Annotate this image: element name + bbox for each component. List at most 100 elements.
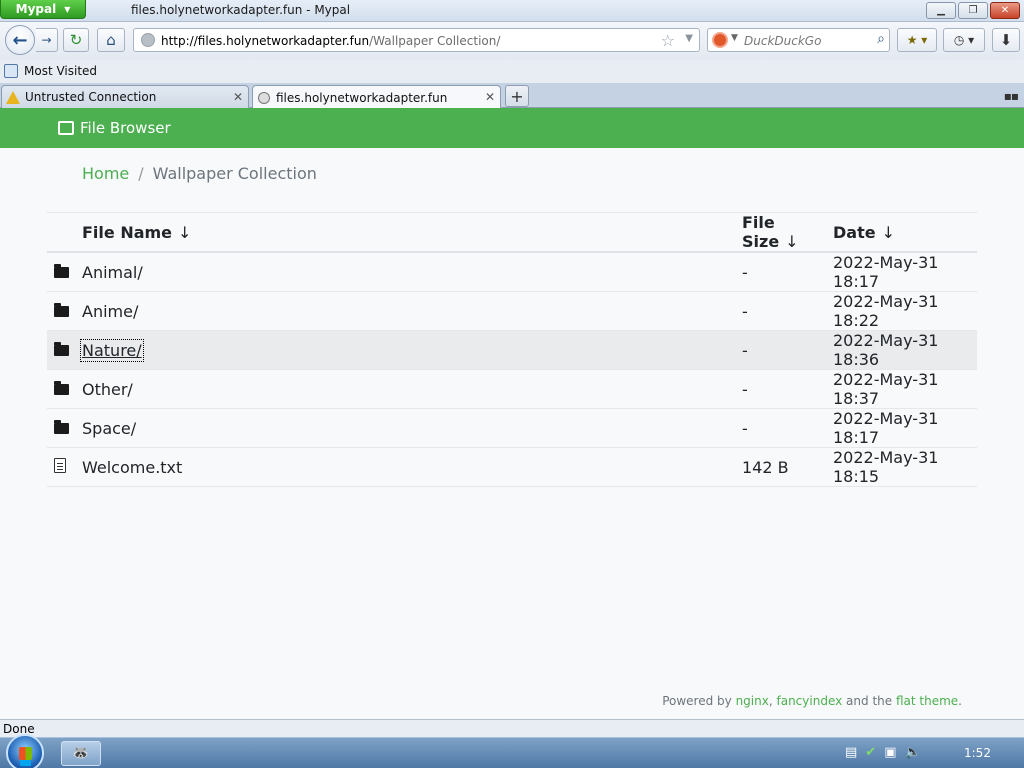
brand-label: File Browser <box>80 119 171 137</box>
taskbar-clock[interactable]: 1:52 <box>964 746 991 760</box>
fancyindex-link[interactable]: fancyindex <box>777 694 843 708</box>
footer-text: and the <box>846 694 893 708</box>
window-titlebar: Mypal ▼ files.holynetworkadapter.fun - M… <box>0 0 1024 22</box>
most-visited-bookmark[interactable]: Most Visited <box>24 64 97 78</box>
footer-period: . <box>958 694 962 708</box>
reload-icon: ↻ <box>69 31 83 49</box>
file-size: 142 B <box>742 447 833 487</box>
taskbar: 🦝 ▤ ✔ ▣ 🔈 1:52 <box>0 734 1024 768</box>
sort-arrow-icon: ↓ <box>881 222 895 242</box>
tab-untrusted-connection[interactable]: Untrusted Connection ✕ <box>1 85 249 108</box>
date-header-label: Date <box>833 222 876 242</box>
page-footer: Powered by nginx, fancyindex and the fla… <box>662 694 962 708</box>
footer-text: Powered by <box>662 694 732 708</box>
volume-muted-icon[interactable]: 🔈 <box>905 745 921 760</box>
globe-icon <box>257 91 271 105</box>
table-header-row: File Name ↓ File Size ↓ Date ↓ <box>47 212 977 253</box>
navigation-toolbar: ← → ↻ ⌂ http://files.holynetworkadapter.… <box>0 22 1024 60</box>
home-icon: ⌂ <box>106 31 116 49</box>
file-browser-icon <box>58 121 74 135</box>
bookmarks-menu-button[interactable]: ★ ▾ <box>897 28 937 52</box>
file-date: 2022-May-31 18:17 <box>833 408 977 448</box>
file-size: - <box>742 369 833 409</box>
history-button[interactable]: ◷ ▾ <box>943 28 985 52</box>
bookmarks-toolbar: Most Visited <box>0 60 1024 83</box>
file-link[interactable]: Nature/ <box>80 338 144 362</box>
file-date: 2022-May-31 18:37 <box>833 369 977 409</box>
footer-separator: , <box>768 694 773 708</box>
icon-column-header <box>47 212 82 253</box>
file-name-header-label: File Name <box>82 222 173 242</box>
sort-arrow-icon: ↓ <box>178 222 192 242</box>
maximize-button[interactable]: ❐ <box>958 2 988 19</box>
bookmark-star-icon[interactable]: ☆ <box>661 31 675 50</box>
table-row-hovered: Nature/ - 2022-May-31 18:36 <box>47 330 977 370</box>
file-link[interactable]: Space/ <box>82 419 136 438</box>
home-button[interactable]: ⌂ <box>97 28 125 52</box>
search-engine-dropdown-icon[interactable]: ▼ <box>731 33 738 43</box>
folder-icon <box>54 341 69 356</box>
duckduckgo-icon[interactable] <box>712 32 728 48</box>
reload-button[interactable]: ↻ <box>63 28 89 52</box>
back-button[interactable]: ← <box>5 25 35 55</box>
table-row: Anime/ - 2022-May-31 18:22 <box>47 291 977 331</box>
folder-icon <box>54 380 69 395</box>
tab-close-icon[interactable]: ✕ <box>233 90 243 104</box>
tab-label: files.holynetworkadapter.fun <box>276 90 448 105</box>
file-size: - <box>742 330 833 370</box>
breadcrumb-current: Wallpaper Collection <box>152 164 317 183</box>
taskbar-mypal-button[interactable]: 🦝 <box>61 741 101 766</box>
minimize-button[interactable]: ▁ <box>926 2 956 19</box>
breadcrumb: Home / Wallpaper Collection <box>82 164 317 183</box>
flat-theme-link[interactable]: flat theme <box>896 694 958 708</box>
status-bar: Done <box>0 719 1024 737</box>
arrow-right-icon: → <box>41 33 52 47</box>
search-box[interactable]: ▼ DuckDuckGo ⌕ <box>707 28 890 52</box>
address-bar[interactable]: http://files.holynetworkadapter.fun/Wall… <box>133 28 700 52</box>
start-button[interactable] <box>6 734 44 768</box>
minimize-icon: ▁ <box>937 5 945 16</box>
folder-icon <box>54 263 69 278</box>
mypal-app-icon: 🦝 <box>72 746 90 761</box>
tab-close-icon[interactable]: ✕ <box>485 90 495 104</box>
breadcrumb-home[interactable]: Home <box>82 164 129 183</box>
security-icon[interactable]: ✔ <box>865 745 876 760</box>
downloads-button[interactable]: ⬇ <box>992 28 1020 52</box>
page-header: File Browser <box>0 108 1024 148</box>
brand-link[interactable]: File Browser <box>58 119 171 137</box>
file-date: 2022-May-31 18:15 <box>833 447 977 487</box>
folder-icon <box>54 302 69 317</box>
action-center-icon[interactable]: ▤ <box>845 745 857 760</box>
site-identity-icon[interactable] <box>141 33 155 47</box>
close-icon: ✕ <box>1000 5 1010 16</box>
search-icon[interactable]: ⌕ <box>877 31 885 47</box>
url-dropdown-icon[interactable]: ▼ <box>685 33 693 44</box>
app-menu-button[interactable]: Mypal ▼ <box>0 0 86 19</box>
document-icon <box>54 457 66 473</box>
new-tab-button[interactable]: + <box>505 85 529 107</box>
address-url: http://files.holynetworkadapter.fun/Wall… <box>161 34 500 48</box>
nginx-link[interactable]: nginx <box>736 694 769 708</box>
tab-label: Untrusted Connection <box>25 90 157 104</box>
file-link[interactable]: Animal/ <box>82 263 143 282</box>
web-page: File Browser Home / Wallpaper Collection F… <box>0 108 1024 719</box>
file-link[interactable]: Other/ <box>82 380 133 399</box>
file-link[interactable]: Welcome.txt <box>82 458 182 477</box>
file-name-header[interactable]: File Name ↓ <box>82 212 742 253</box>
folder-icon <box>54 419 69 434</box>
tab-file-browser[interactable]: files.holynetworkadapter.fun ✕ <box>252 85 501 109</box>
list-all-tabs-icon[interactable]: ▪▪ <box>1004 89 1019 103</box>
date-header[interactable]: Date ↓ <box>833 212 977 253</box>
file-size-header[interactable]: File Size ↓ <box>742 212 833 253</box>
network-icon[interactable]: ▣ <box>884 745 896 760</box>
system-tray: ▤ ✔ ▣ 🔈 <box>845 745 921 760</box>
clock-icon: ◷ ▾ <box>953 33 975 47</box>
file-link[interactable]: Anime/ <box>82 302 138 321</box>
forward-button[interactable]: → <box>36 28 58 52</box>
table-row: Space/ - 2022-May-31 18:17 <box>47 408 977 448</box>
window-title: files.holynetworkadapter.fun - Mypal <box>131 3 351 17</box>
url-host: http://files.holynetworkadapter.fun <box>161 34 370 48</box>
file-size: - <box>742 291 833 331</box>
file-size: - <box>742 408 833 448</box>
close-window-button[interactable]: ✕ <box>990 2 1020 19</box>
